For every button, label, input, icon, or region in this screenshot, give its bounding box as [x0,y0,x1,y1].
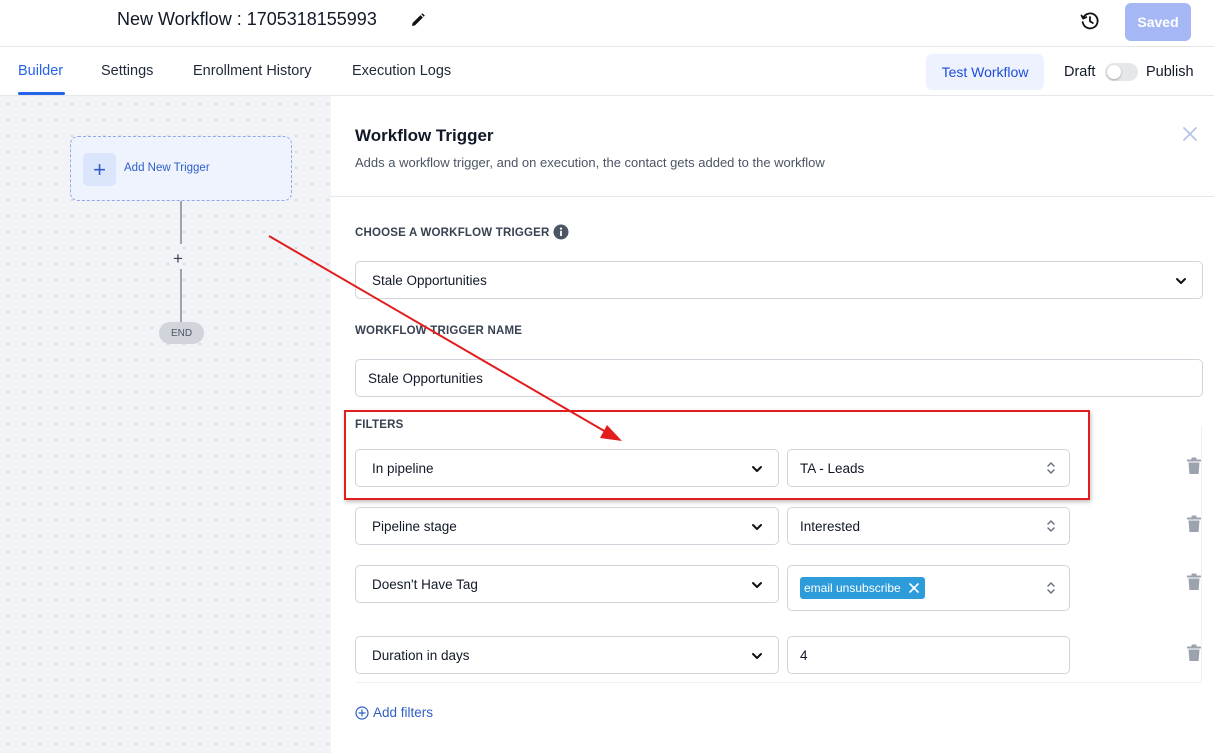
trash-icon[interactable] [1186,515,1202,533]
edit-icon[interactable] [410,12,426,28]
plus-icon: + [83,153,116,186]
filter-field-select[interactable]: Pipeline stage [355,507,779,545]
saved-button[interactable]: Saved [1125,3,1191,41]
info-icon[interactable] [553,224,569,240]
panel-title: Workflow Trigger [355,126,494,145]
divider [331,196,1214,197]
filter-field-select[interactable]: Duration in days [355,636,779,674]
duration-value: 4 [800,647,808,663]
trash-icon[interactable] [1186,644,1202,662]
trigger-name-label: WORKFLOW TRIGGER NAME [355,325,523,337]
remove-tag-icon[interactable] [908,583,919,593]
filters-bottom-border [355,682,1202,683]
add-step-plus-icon[interactable]: + [173,250,183,267]
trigger-name-input[interactable]: Stale Opportunities [355,359,1203,397]
trash-icon[interactable] [1186,573,1202,591]
history-icon[interactable] [1079,10,1101,32]
add-trigger-node[interactable]: + Add New Trigger [70,136,292,201]
tag-chip-label: email unsubscribe [804,581,901,595]
trigger-name-value: Stale Opportunities [368,370,483,386]
test-workflow-button[interactable]: Test Workflow [926,54,1044,90]
tab-enrollment-history[interactable]: Enrollment History [193,63,311,79]
tab-execution-logs[interactable]: Execution Logs [352,63,451,79]
publish-label: Publish [1146,64,1194,80]
tab-settings[interactable]: Settings [101,63,153,79]
updown-icon [1047,582,1055,594]
filter-field-value: Pipeline stage [372,518,457,534]
add-circle-icon [355,705,369,720]
add-filters-label: Add filters [373,705,434,720]
end-node: END [159,322,204,344]
publish-toggle[interactable] [1105,63,1138,81]
active-tab-indicator [18,92,65,95]
filter-value: Interested [800,518,861,534]
chevron-down-icon [1176,278,1186,284]
draft-label: Draft [1064,64,1096,80]
panel-subtitle: Adds a workflow trigger, and on executio… [355,155,825,170]
annotation-highlight-box [344,410,1090,500]
toggle-knob [1107,65,1121,79]
filter-value-select[interactable]: Interested [787,507,1070,545]
duration-input[interactable]: 4 [787,636,1070,674]
add-trigger-label: Add New Trigger [124,162,210,174]
close-icon[interactable] [1182,126,1198,142]
chevron-down-icon [752,582,762,588]
filter-field-value: Doesn't Have Tag [372,576,478,592]
add-filters-button[interactable]: Add filters [355,705,433,720]
filter-field-value: Duration in days [372,647,470,663]
choose-trigger-label: CHOOSE A WORKFLOW TRIGGER [355,227,550,239]
tag-chip: email unsubscribe [800,577,925,599]
tab-builder[interactable]: Builder [18,63,63,79]
filters-right-border [1201,426,1202,682]
chevron-down-icon [752,653,762,659]
trash-icon[interactable] [1186,457,1202,475]
trigger-select-value: Stale Opportunities [372,272,487,288]
connector-line [180,201,182,244]
tag-multiselect[interactable]: email unsubscribe [787,565,1070,611]
top-bar: New Workflow : 1705318155993 Saved [0,0,1214,47]
tab-bar: Builder Settings Enrollment History Exec… [0,47,1214,96]
connector-line [180,269,182,322]
workflow-title: New Workflow : 1705318155993 [117,9,377,29]
trigger-select[interactable]: Stale Opportunities [355,261,1203,299]
chevron-down-icon [752,524,762,530]
updown-icon [1047,520,1055,532]
workflow-canvas[interactable]: + Add New Trigger + END [0,96,331,753]
filter-field-select[interactable]: Doesn't Have Tag [355,565,779,603]
